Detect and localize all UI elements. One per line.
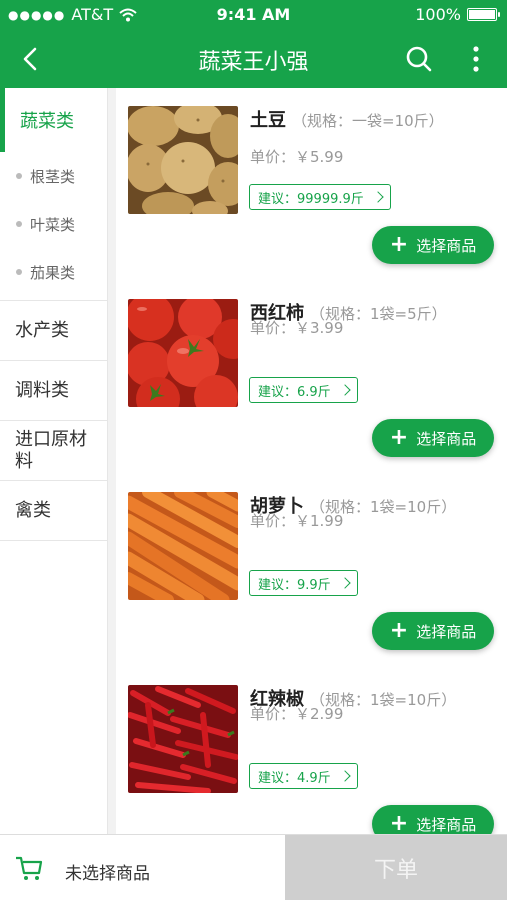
status-right: 100%	[415, 5, 500, 24]
select-label: 选择商品	[416, 622, 477, 641]
suggest-quantity-button[interactable]: 建议：9.9斤	[249, 570, 358, 596]
product-price: 单价：￥1.99	[250, 512, 344, 530]
chili-pepper-image	[128, 685, 238, 793]
sidebar-item-poultry[interactable]: 禽类	[0, 481, 107, 541]
category-sidebar: 蔬菜类 根茎类 叶菜类 茄果类 水产类 调料类 进口原材料 禽类	[0, 88, 108, 834]
subcategory-list: 根茎类 叶菜类 茄果类	[0, 152, 107, 301]
nav-bar: 蔬菜王小强	[0, 30, 507, 88]
select-label: 选择商品	[416, 429, 477, 448]
product-spec: （规格：一袋=10斤）	[292, 112, 444, 130]
sidebar-item-label: 进口原材料	[15, 428, 87, 472]
battery-icon	[467, 8, 500, 21]
sidebar-sub-leafy-vegetables[interactable]: 叶菜类	[0, 200, 107, 248]
select-product-button[interactable]: + 选择商品	[372, 419, 494, 457]
suggest-quantity-button[interactable]: 建议：99999.9斤	[249, 184, 391, 210]
select-product-button[interactable]: + 选择商品	[372, 226, 494, 264]
select-product-button[interactable]: + 选择商品	[372, 612, 494, 650]
place-order-button[interactable]: 下单	[285, 835, 507, 900]
bullet-icon	[16, 221, 22, 227]
suggest-label: 建议：9.9斤	[258, 577, 331, 593]
product-name-text: 土豆	[250, 110, 286, 131]
more-icon[interactable]	[466, 44, 486, 74]
chevron-right-icon	[339, 384, 351, 396]
product-card: 西红柿 （规格：1袋=5斤） 单价：￥3.99 建议：6.9斤 + 选择商品	[116, 281, 507, 474]
carrot-image	[128, 492, 238, 600]
sidebar-sub-fruit-vegetables[interactable]: 茄果类	[0, 248, 107, 296]
select-product-button[interactable]: + 选择商品	[372, 805, 494, 834]
select-label: 选择商品	[416, 236, 477, 255]
sidebar-sub-root-vegetables[interactable]: 根茎类	[0, 152, 107, 200]
bullet-icon	[16, 269, 22, 275]
product-card: 土豆 （规格：一袋=10斤） 单价：￥5.99 建议：99999.9斤 + 选择商…	[116, 88, 507, 281]
status-bar: ●●●●● AT&T 9:41 AM 100%	[0, 0, 507, 30]
sidebar-sub-label: 根茎类	[30, 167, 76, 186]
sidebar-item-imported-materials[interactable]: 进口原材料	[0, 421, 107, 481]
search-icon[interactable]	[404, 44, 434, 74]
sidebar-sub-label: 茄果类	[30, 263, 76, 282]
plus-icon: +	[389, 811, 409, 835]
product-price: 单价：￥5.99	[250, 148, 344, 166]
chevron-right-icon	[339, 770, 351, 782]
potato-image	[128, 106, 238, 214]
cart-icon[interactable]	[14, 853, 44, 883]
sidebar-item-vegetables[interactable]: 蔬菜类	[0, 88, 107, 152]
plus-icon: +	[389, 232, 409, 257]
sidebar-item-seasonings[interactable]: 调料类	[0, 361, 107, 421]
sidebar-item-seafood[interactable]: 水产类	[0, 301, 107, 361]
suggest-label: 建议：99999.9斤	[258, 191, 364, 207]
product-list: 土豆 （规格：一袋=10斤） 单价：￥5.99 建议：99999.9斤 + 选择商…	[116, 88, 507, 834]
tomato-image	[128, 299, 238, 407]
chevron-right-icon	[372, 191, 384, 203]
select-label: 选择商品	[416, 815, 477, 834]
cart-status: 未选择商品	[65, 864, 150, 884]
sidebar-sub-label: 叶菜类	[30, 215, 76, 234]
chevron-right-icon	[339, 577, 351, 589]
bullet-icon	[16, 173, 22, 179]
suggest-label: 建议：6.9斤	[258, 384, 331, 400]
plus-icon: +	[389, 618, 409, 643]
suggest-label: 建议：4.9斤	[258, 770, 331, 786]
suggest-quantity-button[interactable]: 建议：6.9斤	[249, 377, 358, 403]
battery-label: 100%	[415, 5, 461, 24]
product-card: 红辣椒 （规格：1袋=10斤） 单价：￥2.99 建议：4.9斤 + 选择商品	[116, 667, 507, 834]
product-name: 土豆 （规格：一袋=10斤）	[250, 106, 444, 132]
product-price: 单价：￥3.99	[250, 319, 344, 337]
plus-icon: +	[389, 425, 409, 450]
product-price: 单价：￥2.99	[250, 705, 344, 723]
suggest-quantity-button[interactable]: 建议：4.9斤	[249, 763, 358, 789]
bottom-bar: 未选择商品 下单	[0, 834, 507, 900]
product-card: 胡萝卜 （规格：1袋=10斤） 单价：￥1.99 建议：9.9斤 + 选择商品	[116, 474, 507, 667]
